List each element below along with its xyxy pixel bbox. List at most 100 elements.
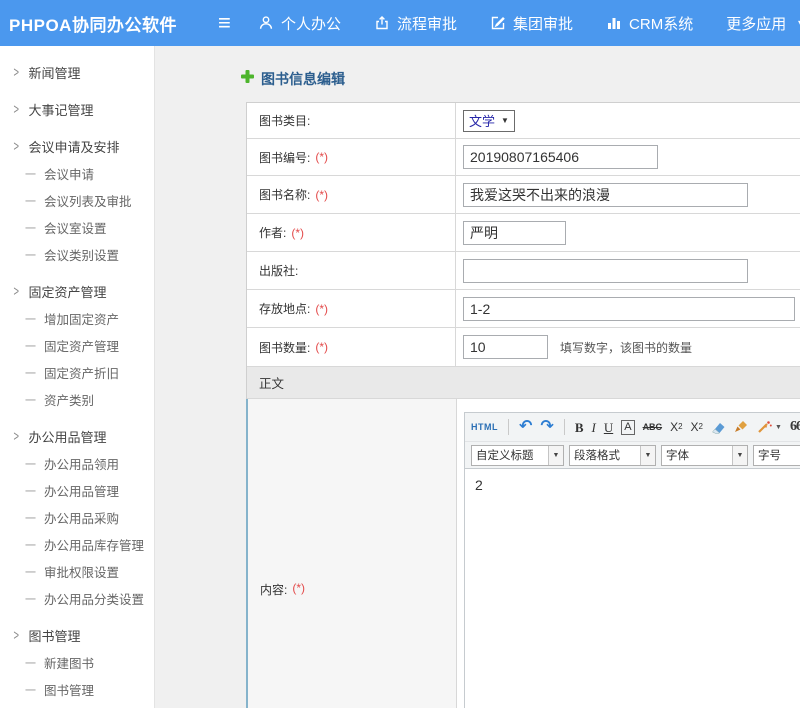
nav-more-apps[interactable]: 更多应用 ▼ xyxy=(726,13,800,34)
sidebar-item-meeting-list[interactable]: 一会议列表及审批 xyxy=(0,187,154,214)
underline-button[interactable]: U xyxy=(604,421,613,434)
nav-personal-office[interactable]: 个人办公 xyxy=(258,13,341,34)
nav-label: 更多应用 xyxy=(726,13,786,34)
dash-icon: 一 xyxy=(25,311,36,327)
sidebar-item-supplies-claim[interactable]: 一办公用品领用 xyxy=(0,450,154,477)
subscript-button[interactable]: X2 xyxy=(691,421,703,433)
sidebar-item-meeting-mgmt[interactable]: >会议申请及安排 xyxy=(0,133,154,160)
dash-icon: 一 xyxy=(25,338,36,354)
font-family-select[interactable]: 字体 ▼ xyxy=(661,445,748,466)
custom-heading-select[interactable]: 自定义标题 ▼ xyxy=(471,445,564,466)
form-row-book-name: 图书名称: (*) xyxy=(247,176,800,214)
bold-button[interactable]: B xyxy=(575,421,584,434)
html-source-button[interactable]: HTML xyxy=(471,423,498,432)
sidebar-item-supplies-inventory[interactable]: 一办公用品库存管理 xyxy=(0,531,154,558)
chevron-right-icon: > xyxy=(13,283,18,299)
nav-label: CRM系统 xyxy=(629,13,693,34)
editor-toolbar-row2: 自定义标题 ▼ 段落格式 ▼ 字体 ▼ 字号 ▼ xyxy=(465,441,800,468)
sidebar-item-book-new[interactable]: 一新建图书 xyxy=(0,649,154,676)
sidebar-item-supplies-purchase[interactable]: 一办公用品采购 xyxy=(0,504,154,531)
bar-chart-icon xyxy=(606,15,622,31)
top-nav: 个人办公 流程审批 集团审批 CRM系统 xyxy=(258,0,800,46)
nav-label: 流程审批 xyxy=(397,13,457,34)
sidebar-item-meeting-category[interactable]: 一会议类别设置 xyxy=(0,241,154,268)
dash-icon: 一 xyxy=(25,193,36,209)
sidebar-item-supplies-category[interactable]: 一办公用品分类设置 xyxy=(0,585,154,612)
editor-content-area[interactable]: 2 xyxy=(465,468,800,708)
sidebar-item-meeting-apply[interactable]: 一会议申请 xyxy=(0,160,154,187)
sidebar-item-supplies-mgmt[interactable]: >办公用品管理 xyxy=(0,423,154,450)
page-title-text: 图书信息编辑 xyxy=(261,69,345,89)
combo-caret-icon: ▼ xyxy=(640,446,655,465)
sidebar-item-asset-depreciation[interactable]: 一固定资产折旧 xyxy=(0,359,154,386)
font-color-button[interactable]: A xyxy=(621,420,634,435)
sidebar-item-asset-manage[interactable]: 一固定资产管理 xyxy=(0,332,154,359)
book-category-select[interactable]: 文学 ▼ xyxy=(463,110,515,132)
field-label: 图书名称: xyxy=(259,186,310,203)
caret-down-icon: ▼ xyxy=(796,18,800,28)
blockquote-button[interactable]: 66 xyxy=(790,420,800,434)
edit-icon xyxy=(490,15,506,31)
field-label: 存放地点: xyxy=(259,300,310,317)
form-row-author: 作者: (*) xyxy=(247,214,800,252)
sidebar-item-asset-add[interactable]: 一增加固定资产 xyxy=(0,305,154,332)
form-row-quantity: 图书数量: (*) 填写数字，该图书的数量 xyxy=(247,328,800,367)
nav-label: 个人办公 xyxy=(281,13,341,34)
field-label: 内容: xyxy=(260,581,287,598)
nav-crm-system[interactable]: CRM系统 xyxy=(606,13,693,34)
app-logo: PHPOA协同办公软件 xyxy=(9,11,177,36)
sidebar: >新闻管理 >大事记管理 >会议申请及安排 一会议申请 一会议列表及审批 一会议… xyxy=(0,46,155,708)
sidebar-item-events-mgmt[interactable]: >大事记管理 xyxy=(0,96,154,123)
eraser-icon[interactable] xyxy=(711,421,726,434)
required-mark: (*) xyxy=(292,581,305,595)
combo-caret-icon: ▼ xyxy=(732,446,747,465)
book-name-input[interactable] xyxy=(463,183,748,207)
field-label: 作者: xyxy=(259,224,286,241)
sidebar-item-book-borrow[interactable]: 一图书借阅 xyxy=(0,703,154,708)
plus-icon xyxy=(241,70,254,88)
sidebar-menu: >新闻管理 >大事记管理 >会议申请及安排 一会议申请 一会议列表及审批 一会议… xyxy=(0,46,154,708)
form-row-publisher: 出版社: xyxy=(247,252,800,290)
sidebar-item-meeting-room[interactable]: 一会议室设置 xyxy=(0,214,154,241)
field-label: 图书编号: xyxy=(259,149,310,166)
undo-icon[interactable]: ↶ xyxy=(519,419,532,435)
dash-icon: 一 xyxy=(25,564,36,580)
sidebar-item-approval-permission[interactable]: 一审批权限设置 xyxy=(0,558,154,585)
redo-icon[interactable]: ↷ xyxy=(540,419,553,435)
chevron-right-icon: > xyxy=(13,101,18,117)
quantity-input[interactable] xyxy=(463,335,548,359)
nav-process-approval[interactable]: 流程审批 xyxy=(374,13,457,34)
field-label: 出版社: xyxy=(259,262,298,279)
quantity-hint: 填写数字，该图书的数量 xyxy=(560,339,692,356)
sidebar-item-supplies-manage[interactable]: 一办公用品管理 xyxy=(0,477,154,504)
chevron-right-icon: > xyxy=(13,64,18,80)
dash-icon: 一 xyxy=(25,247,36,263)
export-icon xyxy=(374,15,390,31)
author-input[interactable] xyxy=(463,221,566,245)
format-brush-icon[interactable] xyxy=(734,420,749,434)
page-title: 图书信息编辑 xyxy=(241,69,800,89)
sidebar-item-book-manage[interactable]: 一图书管理 xyxy=(0,676,154,703)
required-mark: (*) xyxy=(291,226,304,240)
dash-icon: 一 xyxy=(25,682,36,698)
nav-group-approval[interactable]: 集团审批 xyxy=(490,13,573,34)
sidebar-item-news-mgmt[interactable]: >新闻管理 xyxy=(0,59,154,86)
sidebar-item-book-mgmt[interactable]: >图书管理 xyxy=(0,622,154,649)
dash-icon: 一 xyxy=(25,392,36,408)
publisher-input[interactable] xyxy=(463,259,748,283)
form-row-location: 存放地点: (*) xyxy=(247,290,800,328)
sidebar-item-asset-category[interactable]: 一资产类别 xyxy=(0,386,154,413)
superscript-button[interactable]: X2 xyxy=(670,421,682,433)
italic-button[interactable]: I xyxy=(591,421,595,434)
magic-wand-icon[interactable]: ▼ xyxy=(757,420,782,434)
book-no-input[interactable] xyxy=(463,145,658,169)
hamburger-menu-button[interactable]: ≡ xyxy=(218,0,231,46)
body-section-header: 正文 xyxy=(247,367,800,399)
sidebar-item-asset-mgmt[interactable]: >固定资产管理 xyxy=(0,278,154,305)
location-input[interactable] xyxy=(463,297,795,321)
form-row-content: 内容: (*) HTML ↶ ↷ B I U A ABC xyxy=(246,399,800,708)
strikethrough-button[interactable]: ABC xyxy=(643,423,663,432)
editor-toolbar-row1: HTML ↶ ↷ B I U A ABC X2 X2 xyxy=(465,413,800,441)
paragraph-format-select[interactable]: 段落格式 ▼ xyxy=(569,445,656,466)
font-size-select[interactable]: 字号 ▼ xyxy=(753,445,800,466)
